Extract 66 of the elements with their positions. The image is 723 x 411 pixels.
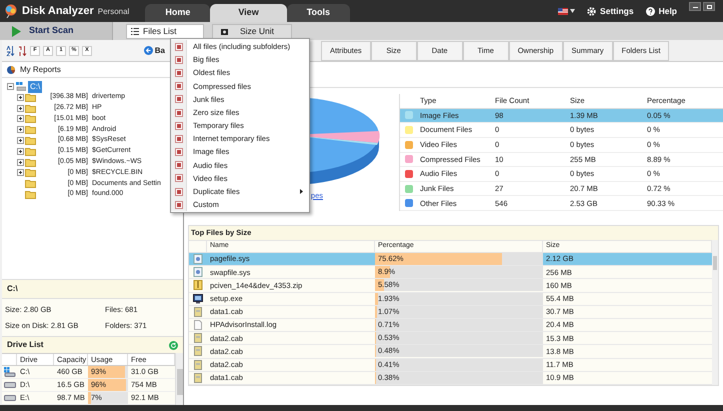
expand-icon[interactable] [17, 148, 24, 155]
drive-icon [4, 382, 16, 388]
cabinet-file-icon [193, 306, 203, 317]
system-drive-icon [4, 367, 16, 377]
monitor-icon [193, 294, 203, 304]
back-arrow-icon [144, 46, 153, 55]
folder-icon [25, 125, 36, 134]
folder-icon [25, 168, 36, 178]
refresh-icon[interactable] [169, 340, 178, 350]
expand-icon[interactable] [17, 115, 24, 122]
menu-tab[interactable]: Home [145, 4, 210, 22]
archive-icon [193, 280, 203, 290]
sort-ascending-icon[interactable] [6, 46, 15, 56]
expand-icon[interactable] [17, 137, 24, 144]
folder-icon [25, 114, 36, 124]
files-list-dropdown[interactable]: Files List [126, 24, 204, 38]
camera-icon [221, 28, 228, 34]
expand-icon[interactable] [17, 158, 24, 166]
folder-icon [25, 146, 36, 156]
menu-tab[interactable]: Tools [286, 4, 350, 22]
drive-list-title: Drive List [7, 339, 44, 351]
reports-icon [6, 65, 16, 74]
sort-descending-icon[interactable] [18, 46, 27, 56]
expand-icon[interactable] [17, 94, 24, 101]
minimize-button[interactable] [689, 2, 701, 11]
list-icon [131, 28, 139, 34]
collapse-icon[interactable] [7, 83, 14, 90]
submenu-arrow-icon [300, 189, 303, 194]
folder-icon [25, 104, 36, 113]
cabinet-file-icon [193, 346, 203, 356]
folder-icon [25, 179, 36, 188]
play-icon [12, 26, 21, 36]
help-link[interactable]: Help [646, 4, 677, 18]
app-name: Disk Analyzer [22, 4, 94, 19]
scrollbar[interactable] [712, 240, 718, 385]
logo-icon [4, 4, 18, 18]
folder-icon [25, 190, 36, 200]
app-edition: Personal [98, 6, 130, 18]
back-button[interactable]: Ba [144, 44, 165, 56]
start-scan-button[interactable]: Start Scan [0, 22, 113, 40]
folder-icon [25, 136, 36, 146]
folder-icon [25, 158, 36, 167]
cabinet-file-icon [193, 372, 203, 383]
expand-icon[interactable] [17, 126, 24, 134]
expand-icon[interactable] [17, 104, 24, 112]
reports-title: My Reports [20, 64, 61, 76]
maximize-button[interactable] [703, 2, 715, 11]
scrollbar[interactable] [175, 353, 183, 405]
system-file-icon [193, 267, 203, 278]
document-icon [193, 320, 203, 330]
size-unit-button[interactable]: Size Unit [212, 24, 292, 38]
flag-icon[interactable] [558, 8, 568, 14]
cabinet-file-icon [193, 360, 203, 370]
folder-path: C:\ [2, 278, 183, 298]
menu-tab[interactable]: View [210, 4, 287, 22]
tree-root[interactable]: C:\ [28, 80, 42, 92]
computer-icon [16, 82, 26, 91]
folder-icon [25, 92, 36, 102]
help-icon [646, 6, 655, 16]
system-file-icon [193, 254, 203, 264]
settings-link[interactable]: Settings [587, 4, 634, 18]
cabinet-file-icon [193, 333, 203, 344]
expand-icon[interactable] [17, 169, 24, 176]
drive-icon [4, 395, 16, 401]
settings-icon [587, 6, 596, 16]
caret-icon[interactable] [570, 9, 576, 13]
